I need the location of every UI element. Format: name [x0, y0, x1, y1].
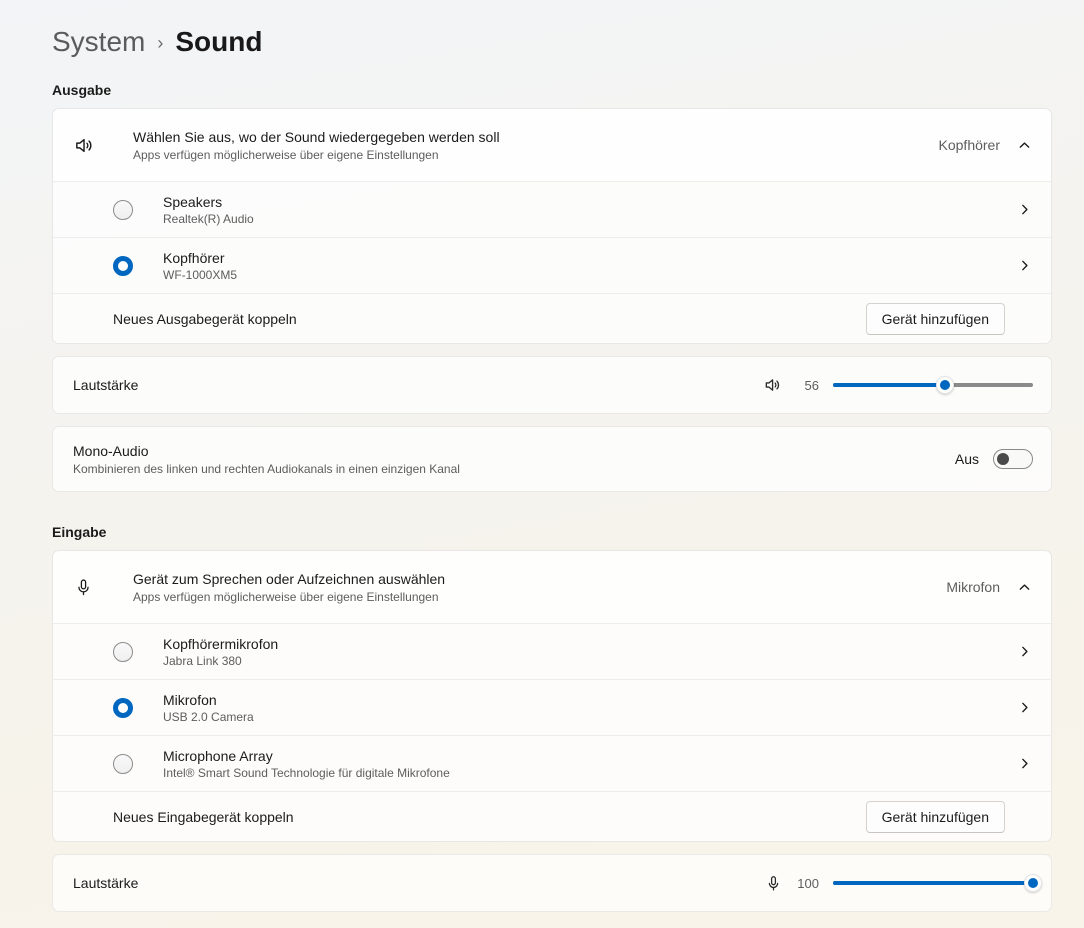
breadcrumb: System › Sound — [52, 26, 1052, 58]
output-volume-value: 56 — [797, 378, 819, 393]
breadcrumb-system-link[interactable]: System — [52, 26, 145, 58]
add-output-device-button[interactable]: Gerät hinzufügen — [866, 303, 1005, 335]
slider-fill — [833, 383, 945, 387]
volume-microphone-icon[interactable] — [764, 874, 783, 893]
mono-audio-card: Mono-Audio Kombinieren des linken und re… — [52, 426, 1052, 492]
add-input-device-button[interactable]: Gerät hinzufügen — [866, 801, 1005, 833]
output-expander-title: Wählen Sie aus, wo der Sound wiedergegeb… — [133, 129, 939, 145]
radio-kopfhoerer-selected[interactable] — [113, 256, 133, 276]
mono-audio-subtitle: Kombinieren des linken und rechten Audio… — [73, 462, 460, 476]
breadcrumb-separator-icon: › — [157, 33, 163, 54]
input-pair-label: Neues Eingabegerät koppeln — [113, 809, 294, 825]
mono-audio-toggle[interactable] — [993, 449, 1033, 469]
device-detail: Realtek(R) Audio — [163, 212, 1018, 226]
output-volume-label: Lautstärke — [73, 377, 138, 393]
input-device-card: Gerät zum Sprechen oder Aufzeichnen ausw… — [52, 550, 1052, 842]
radio-mikrofon-selected[interactable] — [113, 698, 133, 718]
output-expander-subtitle: Apps verfügen möglicherweise über eigene… — [133, 148, 939, 162]
chevron-right-icon[interactable] — [1018, 259, 1031, 272]
output-selected-device-value: Kopfhörer — [939, 137, 1000, 153]
chevron-right-icon[interactable] — [1018, 701, 1031, 714]
input-device-row-microphone-array[interactable]: Microphone Array Intel® Smart Sound Tech… — [53, 735, 1051, 791]
sound-settings-page: System › Sound Ausgabe Wähle — [0, 0, 1084, 912]
volume-speaker-icon[interactable] — [763, 375, 783, 395]
device-name: Speakers — [163, 194, 1018, 210]
chevron-right-icon[interactable] — [1018, 645, 1031, 658]
output-pair-label: Neues Ausgabegerät koppeln — [113, 311, 297, 327]
device-detail: Intel® Smart Sound Technologie für digit… — [163, 766, 1018, 780]
input-selected-device-value: Mikrofon — [946, 579, 1000, 595]
input-expander-header[interactable]: Gerät zum Sprechen oder Aufzeichnen ausw… — [53, 551, 1051, 623]
output-volume-slider[interactable] — [833, 376, 1033, 394]
slider-thumb[interactable] — [936, 376, 954, 394]
output-section-label: Ausgabe — [52, 82, 1052, 98]
mono-audio-title: Mono-Audio — [73, 443, 460, 459]
page-title: Sound — [175, 26, 262, 58]
chevron-right-icon[interactable] — [1018, 203, 1031, 216]
device-detail: WF-1000XM5 — [163, 268, 1018, 282]
device-name: Microphone Array — [163, 748, 1018, 764]
input-pair-row: Neues Eingabegerät koppeln Gerät hinzufü… — [53, 791, 1051, 841]
input-volume-label: Lautstärke — [73, 875, 138, 891]
chevron-up-icon[interactable] — [1018, 139, 1031, 152]
device-name: Kopfhörermikrofon — [163, 636, 1018, 652]
speaker-icon — [73, 134, 113, 157]
input-expander-title: Gerät zum Sprechen oder Aufzeichnen ausw… — [133, 571, 946, 587]
device-detail: Jabra Link 380 — [163, 654, 1018, 668]
toggle-knob[interactable] — [997, 453, 1009, 465]
device-name: Kopfhörer — [163, 250, 1018, 266]
mono-audio-state-label: Aus — [955, 451, 979, 467]
radio-microphone-array[interactable] — [113, 754, 133, 774]
output-device-card: Wählen Sie aus, wo der Sound wiedergegeb… — [52, 108, 1052, 344]
input-volume-value: 100 — [797, 876, 819, 891]
output-expander-header[interactable]: Wählen Sie aus, wo der Sound wiedergegeb… — [53, 109, 1051, 181]
chevron-right-icon[interactable] — [1018, 757, 1031, 770]
device-name: Mikrofon — [163, 692, 1018, 708]
input-section-label: Eingabe — [52, 524, 1052, 540]
input-device-row-kopfhoerermikrofon[interactable]: Kopfhörermikrofon Jabra Link 380 — [53, 623, 1051, 679]
slider-fill — [833, 881, 1033, 885]
chevron-up-icon[interactable] — [1018, 581, 1031, 594]
output-pair-row: Neues Ausgabegerät koppeln Gerät hinzufü… — [53, 293, 1051, 343]
microphone-icon — [73, 577, 113, 598]
input-device-row-mikrofon[interactable]: Mikrofon USB 2.0 Camera — [53, 679, 1051, 735]
radio-kopfhoerermikrofon[interactable] — [113, 642, 133, 662]
output-device-row-speakers[interactable]: Speakers Realtek(R) Audio — [53, 181, 1051, 237]
input-volume-slider[interactable] — [833, 874, 1033, 892]
output-volume-card: Lautstärke 56 — [52, 356, 1052, 414]
input-volume-card: Lautstärke 100 — [52, 854, 1052, 912]
output-device-row-kopfhoerer[interactable]: Kopfhörer WF-1000XM5 — [53, 237, 1051, 293]
slider-thumb[interactable] — [1024, 874, 1042, 892]
device-detail: USB 2.0 Camera — [163, 710, 1018, 724]
radio-speakers[interactable] — [113, 200, 133, 220]
input-expander-subtitle: Apps verfügen möglicherweise über eigene… — [133, 590, 946, 604]
